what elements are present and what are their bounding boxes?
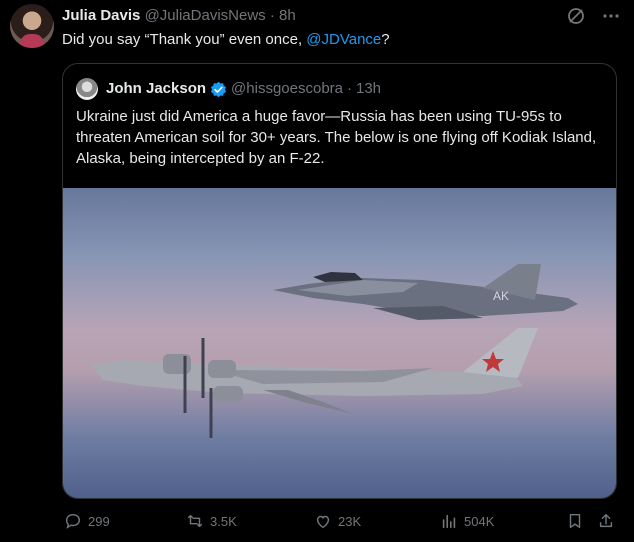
bookmark-button[interactable] — [566, 512, 584, 530]
quote-author-avatar[interactable] — [76, 78, 98, 100]
views-button[interactable]: 504K — [440, 512, 494, 530]
quote-image[interactable]: AK — [63, 188, 616, 498]
like-count: 23K — [338, 513, 362, 529]
repost-count: 3.5K — [210, 513, 237, 529]
aircraft-illustration: AK — [91, 264, 578, 438]
quote-time-separator: · — [347, 80, 352, 97]
tweet-text-before: Did you say “Thank you” even once, — [62, 31, 307, 48]
time-separator: · — [269, 7, 275, 24]
views-count: 504K — [464, 513, 495, 529]
reply-icon — [65, 513, 81, 529]
verified-badge-icon — [210, 81, 227, 97]
tweet-text: Did you say “Thank you” even once, @JDVa… — [62, 30, 390, 50]
heart-icon — [316, 515, 330, 529]
tweet-actions: 299 3.5K 23K 504K — [62, 512, 622, 534]
bookmark-icon — [569, 513, 581, 529]
more-horizontal-icon[interactable] — [602, 7, 620, 25]
author-name[interactable]: Julia Davis — [62, 7, 140, 24]
repost-button[interactable]: 3.5K — [186, 512, 237, 530]
f22-jet: AK — [273, 264, 578, 320]
quoted-tweet[interactable]: John Jackson @hissgoescobra · 13h Ukrain… — [62, 63, 617, 499]
tail-marking: AK — [493, 289, 509, 303]
grok-icon[interactable] — [566, 6, 586, 26]
author-avatar[interactable] — [10, 4, 54, 48]
top-actions — [566, 6, 620, 26]
views-icon — [442, 514, 456, 529]
quote-time[interactable]: 13h — [356, 79, 381, 99]
quote-author-name[interactable]: John Jackson — [106, 79, 206, 99]
share-button[interactable] — [597, 512, 615, 530]
mention-link[interactable]: @JDVance — [306, 31, 381, 48]
tu95-bomber — [91, 328, 538, 438]
share-icon — [599, 513, 613, 528]
quote-author-handle[interactable]: @hissgoescobra — [231, 79, 343, 99]
tweet-time[interactable]: 8h — [279, 7, 296, 24]
like-button[interactable]: 23K — [314, 512, 361, 530]
author-handle[interactable]: @JuliaDavisNews — [145, 7, 266, 24]
quote-text: Ukraine just did America a huge favor—Ru… — [76, 108, 597, 167]
repost-icon — [187, 514, 203, 528]
reply-count: 299 — [88, 513, 110, 529]
reply-button[interactable]: 299 — [64, 512, 110, 530]
tweet-header: Julia Davis @JuliaDavisNews · 8h — [62, 6, 296, 26]
tweet-text-after: ? — [381, 31, 390, 48]
quote-header: John Jackson @hissgoescobra · 13h — [76, 78, 381, 100]
